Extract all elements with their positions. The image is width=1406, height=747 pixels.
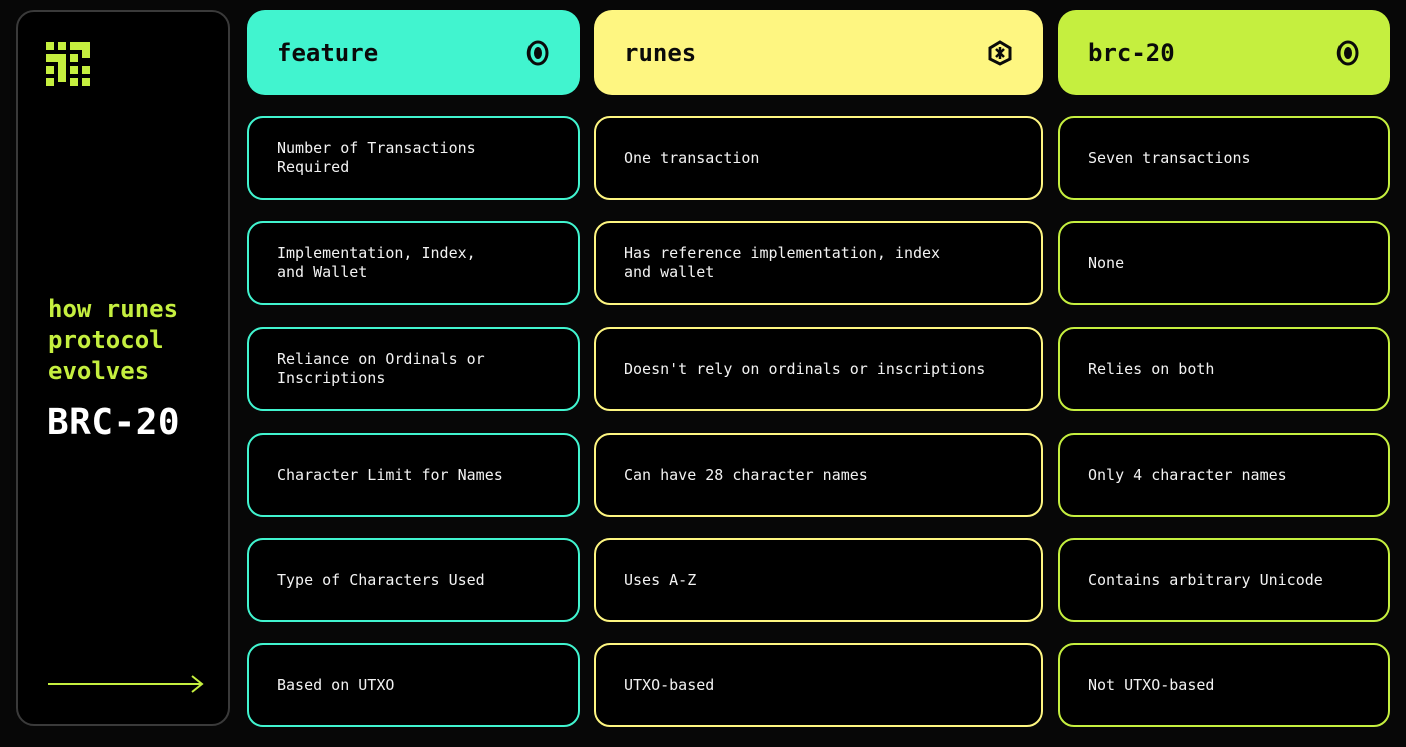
cell-text: Implementation, Index, and Wallet xyxy=(277,244,476,281)
coin-icon xyxy=(526,40,549,65)
cell-text: Number of Transactions Required xyxy=(277,139,476,176)
brc20-cell-implementation: None xyxy=(1058,221,1390,305)
brc20-cell-reliance: Relies on both xyxy=(1058,327,1390,411)
runes-cell-reliance: Doesn't rely on ordinals or inscriptions xyxy=(594,327,1043,411)
brc20-cell-utxo: Not UTXO-based xyxy=(1058,643,1390,727)
cell-text: Relies on both xyxy=(1088,359,1215,378)
cell-text: Type of Characters Used xyxy=(277,570,485,589)
runes-cell-transactions: One transaction xyxy=(594,116,1043,200)
runes-cell-implementation: Has reference implementation, index and … xyxy=(594,221,1043,305)
cell-text: One transaction xyxy=(624,148,760,167)
arrow-right-icon[interactable] xyxy=(46,672,206,696)
cell-text: Uses A-Z xyxy=(624,570,697,589)
feature-cell-utxo: Based on UTXO xyxy=(247,643,580,727)
feature-cell-character-type: Type of Characters Used xyxy=(247,538,580,622)
feature-cell-transactions: Number of Transactions Required xyxy=(247,116,580,200)
runes-cell-utxo: UTXO-based xyxy=(594,643,1043,727)
cell-text: Can have 28 character names xyxy=(624,465,868,484)
cell-text: Doesn't rely on ordinals or inscriptions xyxy=(624,359,986,378)
header-brc20: brc-20 xyxy=(1058,10,1390,95)
feature-cell-implementation: Implementation, Index, and Wallet xyxy=(247,221,580,305)
runes-cell-character-limit: Can have 28 character names xyxy=(594,433,1043,517)
coin-icon xyxy=(1336,40,1359,65)
header-feature: feature xyxy=(247,10,580,95)
cell-text: None xyxy=(1088,253,1125,272)
cell-text: Not UTXO-based xyxy=(1088,675,1215,694)
cell-text: Character Limit for Names xyxy=(277,465,503,484)
cell-text: Reliance on Ordinals or Inscriptions xyxy=(277,350,485,387)
cell-text: Only 4 character names xyxy=(1088,465,1287,484)
page-title: BRC-20 xyxy=(47,402,181,443)
brc20-cell-character-limit: Only 4 character names xyxy=(1058,433,1390,517)
feature-cell-reliance: Reliance on Ordinals or Inscriptions xyxy=(247,327,580,411)
header-runes: runes xyxy=(594,10,1043,95)
cell-text: UTXO-based xyxy=(624,675,715,694)
rune-coin-icon xyxy=(988,39,1012,66)
tagline: how runes protocol evolves xyxy=(48,295,179,385)
header-title: feature xyxy=(277,38,379,67)
cell-text: Based on UTXO xyxy=(277,675,395,694)
cell-text: Contains arbitrary Unicode xyxy=(1088,570,1323,589)
pixel-logo-icon xyxy=(46,42,90,86)
feature-cell-character-limit: Character Limit for Names xyxy=(247,433,580,517)
sidebar-panel: how runes protocol evolves BRC-20 xyxy=(16,10,230,726)
cell-text: Has reference implementation, index and … xyxy=(624,244,941,281)
brc20-cell-character-type: Contains arbitrary Unicode xyxy=(1058,538,1390,622)
header-title: runes xyxy=(624,38,697,67)
brc20-cell-transactions: Seven transactions xyxy=(1058,116,1390,200)
cell-text: Seven transactions xyxy=(1088,148,1251,167)
header-title: brc-20 xyxy=(1088,38,1175,67)
runes-cell-character-type: Uses A-Z xyxy=(594,538,1043,622)
